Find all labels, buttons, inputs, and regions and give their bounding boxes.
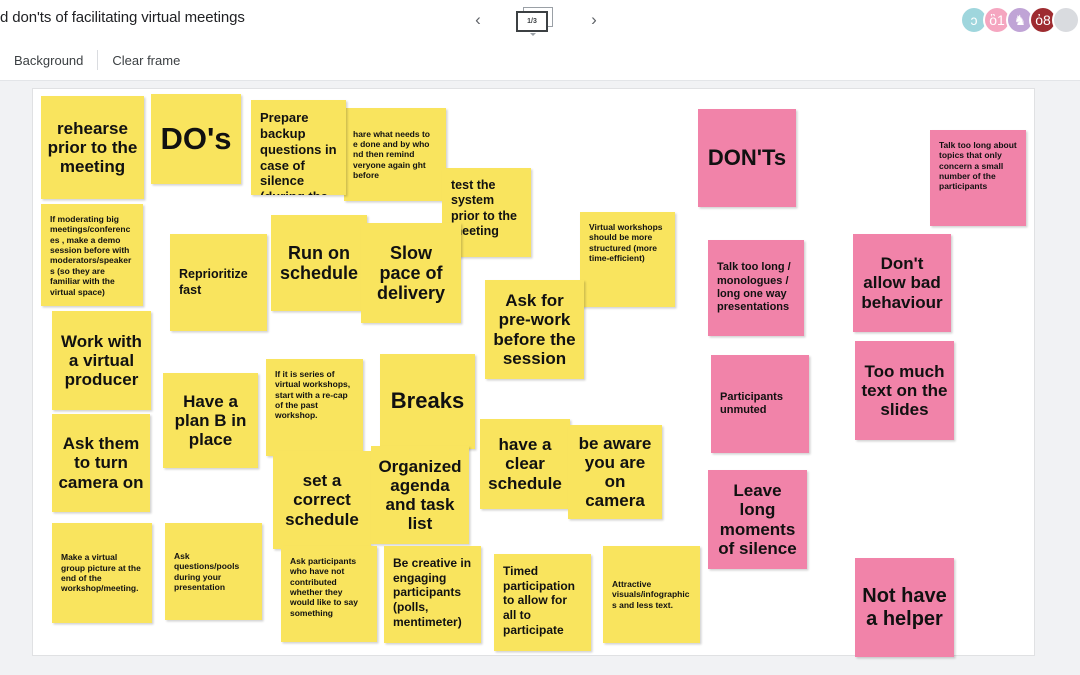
sticky-note-text: Ask questions/pools during your presenta… <box>174 550 240 592</box>
sticky-note-text: Breaks <box>390 388 465 414</box>
sticky-note-text: Ask them to turn camera on <box>58 434 144 492</box>
sticky-note[interactable]: Run on schedule <box>271 215 367 311</box>
sticky-note-text: Run on schedule <box>279 242 359 283</box>
avatar-glyph-icon: ♞ <box>1013 12 1027 28</box>
sticky-note[interactable]: Make a virtual group picture at the end … <box>52 523 152 623</box>
frame-front-icon: 1/3 <box>516 11 548 32</box>
sticky-note-text: Too much text on the slides <box>861 361 948 420</box>
sticky-note-text: Leave long moments of silence <box>718 481 797 558</box>
sticky-note[interactable]: hare what needs to e done and by who nd … <box>344 108 446 201</box>
collaborator-avatars: ɔ ὃ1 ♞ ὀ8 <box>960 3 1080 37</box>
sticky-note[interactable]: have a clear schedule <box>480 419 570 509</box>
board-frame[interactable]: rehearse prior to the meeting DO's hare wh… <box>32 88 1035 657</box>
sticky-note-text: Talk too long / monologues / long one wa… <box>717 261 791 314</box>
clear-frame-button[interactable]: Clear frame <box>98 40 194 80</box>
sticky-note-text: Prepare backup questions in case of sile… <box>260 110 337 195</box>
sticky-note[interactable]: Ask participants who have not contribute… <box>281 546 377 642</box>
avatar-glyph-icon: ɔ <box>970 12 978 28</box>
sticky-note-text: Talk too long about topics that only con… <box>939 140 1017 192</box>
sticky-note[interactable]: Have a plan B in place <box>163 373 258 468</box>
frame-pager: ‹ 1/3 › <box>466 0 606 40</box>
sticky-note-text: Ask participants who have not contribute… <box>290 556 359 618</box>
sticky-note[interactable]: Slow pace of delivery <box>361 223 461 323</box>
sticky-note-text: Don't allow bad behaviour <box>861 254 943 312</box>
sticky-note[interactable]: Talk too long / monologues / long one wa… <box>708 240 804 336</box>
background-button[interactable]: Background <box>0 40 97 80</box>
next-frame-button[interactable]: › <box>582 8 606 32</box>
sticky-note[interactable]: Attractive visuals/infographics and less… <box>603 546 700 643</box>
sticky-note-text: Reprioritize fast <box>179 267 248 297</box>
frame-indicator[interactable]: 1/3 <box>516 7 556 36</box>
sticky-note-text: If moderating big meetings/conferences ,… <box>50 214 132 297</box>
sticky-note-text: Organized agenda and task list <box>378 456 462 534</box>
sticky-note-text: be aware you are on camera <box>578 433 652 511</box>
sticky-note[interactable]: Don't allow bad behaviour <box>853 234 951 332</box>
sticky-note[interactable]: Ask them to turn camera on <box>52 414 150 512</box>
sticky-note[interactable]: Ask questions/pools during your presenta… <box>165 523 262 620</box>
sticky-note-text: have a clear schedule <box>488 435 562 493</box>
sticky-note[interactable]: set a correct schedule <box>273 451 371 549</box>
sticky-note[interactable]: Not have a helper <box>855 558 954 657</box>
sticky-note[interactable]: Organized agenda and task list <box>371 446 469 544</box>
sticky-note[interactable]: Participants unmuted <box>711 355 809 453</box>
sticky-note[interactable]: If moderating big meetings/conferences ,… <box>41 204 143 306</box>
frame-toolbar: Background Clear frame <box>0 40 1080 81</box>
chevron-down-icon[interactable] <box>530 33 536 36</box>
sticky-note-text: DO's <box>160 120 232 156</box>
avatar-glyph-icon: ὃ1 <box>989 12 1005 28</box>
sticky-note[interactable]: DON'Ts <box>698 109 796 207</box>
sticky-note-text: set a correct schedule <box>285 471 359 529</box>
sticky-note[interactable]: Work with a virtual producer <box>52 311 151 410</box>
sticky-note-text: Work with a virtual producer <box>61 331 142 390</box>
sticky-note-text: Timed participation to allow for all to … <box>503 564 576 637</box>
prev-frame-button[interactable]: ‹ <box>466 8 490 32</box>
sticky-note[interactable]: DO's <box>151 94 241 184</box>
sticky-note[interactable]: Too much text on the slides <box>855 341 954 440</box>
sticky-note-text: Make a virtual group picture at the end … <box>61 552 141 594</box>
sticky-note[interactable]: rehearse prior to the meeting <box>41 96 144 199</box>
whiteboard-app: d don'ts of facilitating virtual meeting… <box>0 0 1080 675</box>
sticky-note[interactable]: Be creative in engaging participants (po… <box>384 546 481 643</box>
avatar-glyph-icon: ὀ8 <box>1035 12 1051 28</box>
sticky-note-text: Have a plan B in place <box>174 391 247 450</box>
sticky-note[interactable]: Prepare backup questions in case of sile… <box>251 100 346 195</box>
document-title: d don'ts of facilitating virtual meeting… <box>0 9 245 26</box>
board-canvas[interactable]: rehearse prior to the meeting DO's hare wh… <box>0 81 1080 675</box>
sticky-note[interactable]: Ask for pre-work before the session <box>485 280 584 379</box>
sticky-note-text: If it is series of virtual workshops, st… <box>275 369 351 421</box>
sticky-note[interactable]: If it is series of virtual workshops, st… <box>266 359 363 456</box>
sticky-note-text: test the system prior to the meeting <box>451 178 517 238</box>
sticky-note-text: Attractive visuals/infographics and less… <box>612 578 690 610</box>
sticky-note-text: Ask for pre-work before the session <box>493 291 576 368</box>
sticky-note[interactable]: Reprioritize fast <box>170 234 267 331</box>
sticky-note[interactable]: be aware you are on camera <box>568 425 662 519</box>
app-header: d don'ts of facilitating virtual meeting… <box>0 0 1080 41</box>
sticky-note-text: Be creative in engaging participants (po… <box>393 556 472 629</box>
sticky-note-text: rehearse prior to the meeting <box>47 118 138 177</box>
sticky-note[interactable]: Talk too long about topics that only con… <box>930 130 1026 226</box>
sticky-note[interactable]: Leave long moments of silence <box>708 470 807 569</box>
sticky-note-text: DON'Ts <box>707 144 787 170</box>
avatar-5[interactable] <box>1052 6 1080 34</box>
sticky-note-text: Virtual workshops should be more structu… <box>589 222 663 264</box>
sticky-note-text: hare what needs to e done and by who nd … <box>353 128 430 181</box>
sticky-note-text: Not have a helper <box>862 585 947 630</box>
sticky-note[interactable]: Virtual workshops should be more structu… <box>580 212 675 307</box>
sticky-note[interactable]: Breaks <box>380 354 475 449</box>
page-indicator-label: 1/3 <box>527 18 537 25</box>
sticky-note[interactable]: Timed participation to allow for all to … <box>494 554 591 651</box>
sticky-note-text: Slow pace of delivery <box>376 242 446 304</box>
sticky-note-text: Participants unmuted <box>720 390 783 416</box>
